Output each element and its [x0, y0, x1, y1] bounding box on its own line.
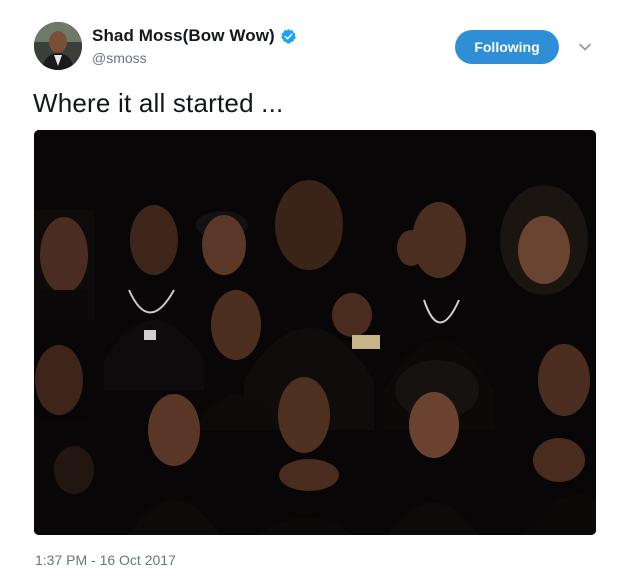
author-display-name[interactable]: Shad Moss(Bow Wow)	[92, 26, 275, 46]
tweet-card: Shad Moss(Bow Wow) @smoss Following Wher…	[0, 0, 629, 580]
portrait-1	[34, 210, 94, 320]
author-handle[interactable]: @smoss	[92, 50, 297, 66]
avatar-image	[34, 22, 82, 70]
verified-badge-icon	[280, 28, 297, 45]
author-info: Shad Moss(Bow Wow) @smoss	[92, 26, 297, 66]
portrait-6	[500, 185, 588, 295]
tweet-text: Where it all started ...	[33, 88, 284, 118]
chevron-down-icon[interactable]	[578, 40, 592, 54]
following-button[interactable]: Following	[455, 30, 559, 64]
group-photo	[34, 130, 596, 535]
tweet-photo[interactable]	[34, 130, 596, 535]
author-avatar[interactable]	[34, 22, 82, 70]
tweet-timestamp[interactable]: 1:37 PM - 16 Oct 2017	[35, 552, 176, 568]
